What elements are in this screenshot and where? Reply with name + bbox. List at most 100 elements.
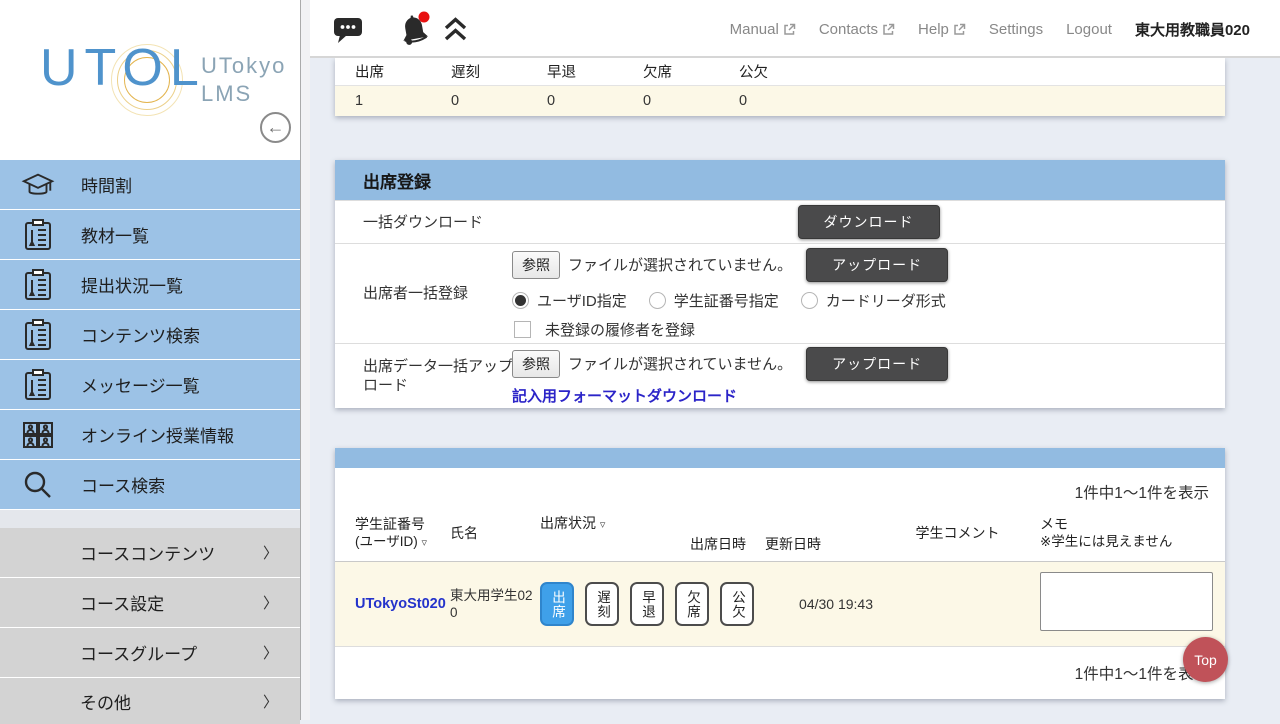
bulk-download-row: 一括ダウンロード ダウンロード xyxy=(335,200,1225,243)
sidebar-item-messages[interactable]: メッセージ一覧 xyxy=(0,360,300,409)
bulk-download-label: 一括ダウンロード xyxy=(335,213,512,232)
col-memo: メモ ※学生には見えません xyxy=(1040,505,1225,561)
scroll-top-button[interactable]: Top xyxy=(1183,637,1228,682)
sidebar-item-course-settings[interactable]: コース設定 〉 xyxy=(0,578,300,627)
summary-value-absent: 0 xyxy=(643,86,739,116)
summary-header-row: 出席 遅刻 早退 欠席 公欠 xyxy=(335,58,1225,86)
collapse-up-icon[interactable] xyxy=(442,16,469,43)
external-link-icon xyxy=(953,23,966,36)
summary-col-late: 遅刻 xyxy=(451,58,547,88)
utol-logo-subtitle: UTokyo LMS xyxy=(201,52,286,108)
upload-button[interactable]: アップロード xyxy=(806,347,948,381)
no-file-selected-text: ファイルが選択されていません。 xyxy=(568,353,792,374)
memo-cell xyxy=(1040,572,1233,636)
col-student-comment: 学生コメント xyxy=(875,505,1040,561)
student-row: UTokyoSt020 東大用学生020 出席 遅刻 早退 欠席 公欠 04/3… xyxy=(335,562,1225,647)
data-upload-label: 出席データ一括アップロード xyxy=(335,344,512,408)
status-button-early-leave[interactable]: 早退 xyxy=(630,582,664,626)
status-button-present[interactable]: 出席 xyxy=(540,582,574,626)
header-link-settings[interactable]: Settings xyxy=(989,21,1043,38)
sidebar-item-label: 教材一覧 xyxy=(81,222,149,247)
utol-logo: UTOL xyxy=(40,38,206,98)
download-button[interactable]: ダウンロード xyxy=(798,205,940,239)
browse-button[interactable]: 参照 xyxy=(512,350,560,378)
external-link-icon xyxy=(783,23,796,36)
sort-icon[interactable]: ▿ xyxy=(422,537,428,549)
sidebar-item-label: コースグループ xyxy=(80,640,197,665)
header-link-contacts[interactable]: Contacts xyxy=(819,21,895,38)
col-status: 出席状況 ▿ xyxy=(540,505,690,561)
sidebar-item-others[interactable]: その他 〉 xyxy=(0,678,300,724)
sidebar-item-submission-status[interactable]: 提出状況一覧 xyxy=(0,260,300,309)
register-unregistered-checkbox[interactable] xyxy=(514,321,531,338)
main-area: Manual Contacts Help Settings Logout 東大用… xyxy=(310,0,1280,720)
header-link-manual[interactable]: Manual xyxy=(730,21,796,38)
chevron-right-icon: 〉 xyxy=(263,691,278,712)
data-file-line: 参照 ファイルが選択されていません。 アップロード xyxy=(512,347,1225,381)
sidebar-item-label: オンライン授業情報 xyxy=(81,422,234,447)
attendance-summary-table: 出席 遅刻 早退 欠席 公欠 1 0 0 0 0 xyxy=(335,58,1225,116)
sidebar-item-course-contents[interactable]: コースコンテンツ 〉 xyxy=(0,528,300,577)
radio-student-card-number[interactable] xyxy=(649,292,666,309)
student-table-header: 学生証番号 (ユーザID) ▿ 氏名 出席状況 ▿ 出席日時 更新日時 学生コメ… xyxy=(335,505,1225,562)
attendance-register-panel: 出席登録 一括ダウンロード ダウンロード 出席者一括登録 参照 ファイルが選択さ… xyxy=(335,160,1225,408)
materials-icon xyxy=(19,266,57,304)
header-links: Manual Contacts Help Settings Logout 東大用… xyxy=(730,0,1250,58)
col-attend-time: 出席日時 xyxy=(690,505,765,561)
sidebar-item-label: コース設定 xyxy=(80,590,164,615)
status-button-late[interactable]: 遅刻 xyxy=(585,582,619,626)
radio-user-id[interactable] xyxy=(512,292,529,309)
header-link-help[interactable]: Help xyxy=(918,21,966,38)
summary-col-excused: 公欠 xyxy=(739,58,835,88)
sidebar-item-timetable[interactable]: 時間割 xyxy=(0,160,300,209)
graduation-cap-icon xyxy=(19,166,57,204)
logged-in-user-name: 東大用教職員020 xyxy=(1135,19,1250,40)
materials-icon xyxy=(19,216,57,254)
attendance-datetime: 04/30 19:43 xyxy=(690,596,875,612)
header-link-logout[interactable]: Logout xyxy=(1066,21,1112,38)
browse-button[interactable]: 参照 xyxy=(512,251,560,279)
sidebar-scrollbar[interactable] xyxy=(300,0,310,720)
materials-icon xyxy=(19,316,57,354)
register-unregistered-checkbox-line: 未登録の履修者を登録 xyxy=(512,319,1225,340)
external-link-icon xyxy=(882,23,895,36)
materials-icon xyxy=(19,366,57,404)
upload-button[interactable]: アップロード xyxy=(806,248,948,282)
attendee-file-line: 参照 ファイルが選択されていません。 アップロード xyxy=(512,248,1225,282)
main-header: Manual Contacts Help Settings Logout 東大用… xyxy=(310,0,1280,58)
sidebar-item-course-search[interactable]: コース検索 xyxy=(0,460,300,509)
student-name: 東大用学生020 xyxy=(450,587,540,621)
attendee-bulk-label: 出席者一括登録 xyxy=(335,244,512,343)
summary-value-present: 1 xyxy=(355,86,451,116)
sidebar-item-online-class-info[interactable]: オンライン授業情報 xyxy=(0,410,300,459)
chat-icon[interactable] xyxy=(333,17,364,44)
radio-card-reader-format[interactable] xyxy=(801,292,818,309)
panel-top-bar xyxy=(335,448,1225,468)
sidebar-item-materials[interactable]: 教材一覧 xyxy=(0,210,300,259)
result-count-top: 1件中1〜1件を表示 xyxy=(335,468,1225,505)
sidebar-item-label: 提出状況一覧 xyxy=(81,272,183,297)
format-download-link[interactable]: 記入用フォーマットダウンロード xyxy=(512,385,1225,406)
no-file-selected-text: ファイルが選択されていません。 xyxy=(568,254,792,275)
attendance-data-upload-row: 出席データ一括アップロード 参照 ファイルが選択されていません。 アップロード … xyxy=(335,343,1225,408)
sidebar-item-content-search[interactable]: コンテンツ検索 xyxy=(0,310,300,359)
sidebar-item-label: メッセージ一覧 xyxy=(81,372,200,397)
status-button-group: 出席 遅刻 早退 欠席 公欠 xyxy=(540,582,690,626)
sidebar-item-course-group[interactable]: コースグループ 〉 xyxy=(0,628,300,677)
sort-icon[interactable]: ▿ xyxy=(600,519,606,531)
chevron-right-icon: 〉 xyxy=(263,642,278,663)
bell-icon[interactable] xyxy=(395,9,435,49)
id-type-radio-group: ユーザID指定 学生証番号指定 カードリーダ形式 xyxy=(512,290,1225,311)
summary-data-row: 1 0 0 0 0 xyxy=(335,86,1225,116)
sidebar-collapse-button[interactable]: ← xyxy=(260,112,291,143)
chevron-right-icon: 〉 xyxy=(263,592,278,613)
sidebar-item-label: コース検索 xyxy=(81,472,165,497)
sidebar: UTOL UTokyo LMS ← 時間割 教材一覧 xyxy=(0,0,300,720)
sidebar-divider xyxy=(0,510,300,528)
sidebar-item-label: コースコンテンツ xyxy=(80,540,215,565)
col-update-time: 更新日時 xyxy=(765,505,875,561)
memo-input[interactable] xyxy=(1040,572,1213,631)
summary-value-early-leave: 0 xyxy=(547,86,643,116)
student-id-link[interactable]: UTokyoSt020 xyxy=(355,596,446,612)
summary-col-early-leave: 早退 xyxy=(547,58,643,88)
